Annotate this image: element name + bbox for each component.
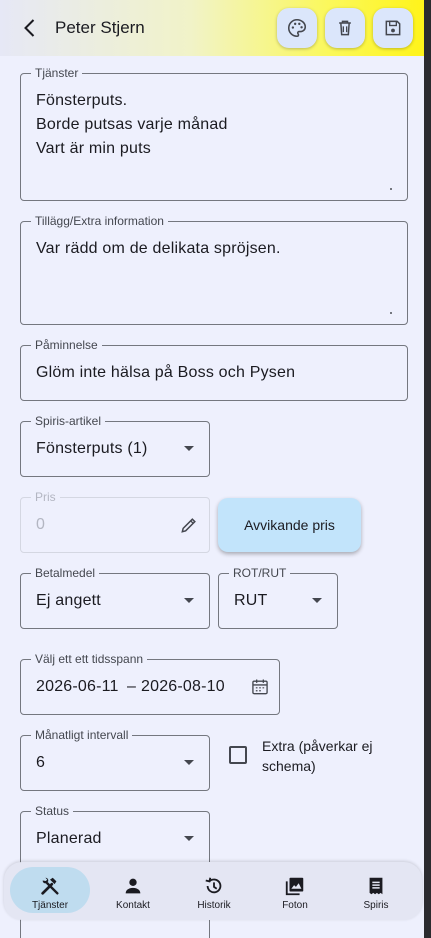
page-title: Peter Stjern bbox=[55, 18, 145, 37]
resize-handle[interactable] bbox=[390, 312, 392, 314]
services-label: Tjänster bbox=[31, 66, 83, 80]
dropdown-arrow-icon bbox=[184, 836, 194, 841]
bottom-navigation: Tjänster Kontakt Historik Foton Spiris bbox=[4, 862, 422, 920]
monthly-interval-label: Månatligt intervall bbox=[31, 728, 133, 742]
extra-info-value: Var rädd om de delikata spröjsen. bbox=[36, 240, 281, 257]
rot-rut-value: RUT bbox=[234, 592, 268, 609]
rot-rut-select[interactable]: ROT/RUT RUT bbox=[218, 566, 338, 629]
extra-checkbox-label: Extra (påverkar ej schema) bbox=[262, 738, 373, 774]
nav-item-foton[interactable]: Foton bbox=[255, 862, 335, 920]
edit-pencil-icon[interactable] bbox=[179, 515, 199, 535]
resize-handle[interactable] bbox=[390, 188, 392, 190]
price-field: Pris 0 bbox=[20, 490, 210, 553]
reminder-label: Påminnelse bbox=[31, 338, 102, 352]
extra-info-field[interactable]: Tillägg/Extra information Var rädd om de… bbox=[20, 214, 408, 325]
monthly-interval-select[interactable]: Månatligt intervall 6 bbox=[20, 728, 210, 791]
payment-method-select[interactable]: Betalmedel Ej angett bbox=[20, 566, 210, 629]
nav-label-historik: Historik bbox=[197, 900, 231, 911]
payment-method-label: Betalmedel bbox=[31, 566, 100, 580]
nav-label-foton: Foton bbox=[282, 900, 308, 911]
delete-button[interactable] bbox=[325, 8, 365, 48]
extra-info-label: Tillägg/Extra information bbox=[31, 214, 168, 228]
scrollbar[interactable] bbox=[424, 0, 431, 938]
status-value: Planerad bbox=[36, 830, 102, 847]
back-arrow-icon[interactable] bbox=[18, 16, 42, 40]
dropdown-arrow-icon bbox=[312, 598, 322, 603]
dropdown-arrow-icon bbox=[184, 446, 194, 451]
dropdown-arrow-icon bbox=[184, 760, 194, 765]
trash-icon bbox=[339, 20, 351, 36]
spiris-article-label: Spiris-artikel bbox=[31, 414, 106, 428]
tools-icon bbox=[38, 874, 62, 898]
history-icon bbox=[202, 874, 226, 898]
date-range-field[interactable]: Välj ett ett tidsspann 2026-06-11 – 2026… bbox=[20, 652, 280, 715]
person-icon bbox=[121, 874, 145, 898]
services-field[interactable]: Tjänster Fönsterputs. Borde putsas varje… bbox=[20, 66, 408, 201]
monthly-interval-value: 6 bbox=[36, 754, 46, 771]
status-label: Status bbox=[31, 804, 74, 818]
calendar-icon[interactable] bbox=[250, 677, 270, 697]
reminder-field[interactable]: Påminnelse Glöm inte hälsa på Boss och P… bbox=[20, 338, 408, 401]
receipt-icon bbox=[364, 874, 388, 898]
date-range-label: Välj ett ett tidsspann bbox=[31, 652, 148, 666]
deviating-price-button[interactable]: Avvikande pris bbox=[218, 498, 361, 552]
nav-label-spiris: Spiris bbox=[363, 900, 389, 911]
date-range-separator: – bbox=[127, 678, 137, 695]
dropdown-arrow-icon bbox=[184, 598, 194, 603]
app-screen: Peter Stjern Tjänster Fönsterputs. Borde… bbox=[0, 0, 424, 938]
spiris-article-select[interactable]: Spiris-artikel Fönsterputs (1) bbox=[20, 414, 210, 477]
spiris-article-value: Fönsterputs (1) bbox=[36, 440, 148, 457]
save-button[interactable] bbox=[373, 8, 413, 48]
nav-item-spiris[interactable]: Spiris bbox=[336, 862, 416, 920]
nav-item-tjanster[interactable]: Tjänster bbox=[10, 862, 90, 920]
nav-label-tjanster: Tjänster bbox=[31, 900, 69, 911]
photos-icon bbox=[283, 874, 307, 898]
price-label: Pris bbox=[31, 490, 60, 504]
save-icon bbox=[385, 20, 401, 36]
palette-button[interactable] bbox=[277, 8, 317, 48]
extra-checkbox[interactable] bbox=[229, 746, 247, 764]
nav-label-kontakt: Kontakt bbox=[116, 900, 150, 911]
reminder-value: Glöm inte hälsa på Boss och Pysen bbox=[36, 364, 296, 381]
date-range-end: 2026-08-10 bbox=[141, 678, 225, 695]
rot-rut-label: ROT/RUT bbox=[229, 566, 291, 580]
top-app-bar: Peter Stjern bbox=[0, 0, 424, 56]
palette-icon bbox=[288, 18, 307, 38]
payment-method-value: Ej angett bbox=[36, 592, 101, 609]
price-value: 0 bbox=[36, 516, 46, 533]
date-range-start: 2026-06-11 bbox=[36, 678, 119, 695]
services-value: Fönsterputs. Borde putsas varje månad Va… bbox=[36, 92, 228, 157]
nav-item-historik[interactable]: Historik bbox=[174, 862, 254, 920]
status-select[interactable]: Status Planerad bbox=[20, 804, 210, 867]
nav-item-kontakt[interactable]: Kontakt bbox=[93, 862, 173, 920]
